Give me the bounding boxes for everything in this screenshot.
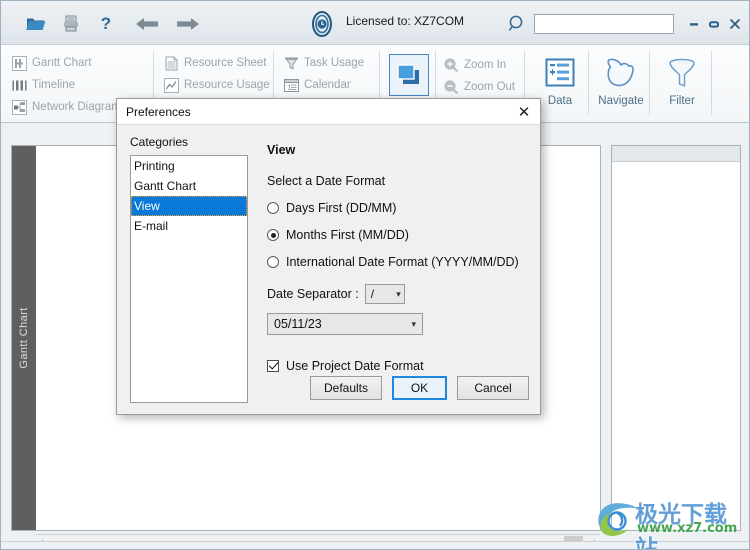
- navigate-button-label: Navigate: [598, 95, 644, 107]
- categories-label: Categories: [130, 135, 189, 149]
- side-panel: [611, 145, 741, 531]
- category-item-printing[interactable]: Printing: [131, 156, 247, 176]
- ribbon-divider: [711, 51, 712, 115]
- view-tab-label: Gantt Chart: [18, 307, 30, 369]
- search-icon[interactable]: [504, 12, 530, 36]
- defaults-button[interactable]: Defaults: [310, 376, 382, 400]
- ribbon-label: Gantt Chart: [32, 57, 92, 69]
- ribbon-item-task-usage[interactable]: Task Usage: [283, 55, 364, 71]
- ribbon-item-network-diagram[interactable]: Network Diagram: [11, 99, 121, 115]
- ribbon-label: Task Usage: [304, 57, 365, 69]
- categories-list[interactable]: Printing Gantt Chart View E-mail: [130, 155, 248, 403]
- radio-international-format-label: International Date Format (YYYY/MM/DD): [286, 255, 519, 269]
- search-input[interactable]: [534, 14, 674, 34]
- ribbon-divider: [649, 51, 650, 115]
- status-bar: [1, 541, 749, 549]
- category-item-email[interactable]: E-mail: [131, 216, 247, 236]
- ribbon-label: Timeline: [32, 79, 76, 91]
- svg-text:?: ?: [101, 14, 111, 33]
- data-button-label: Data: [547, 95, 573, 107]
- radio-international-format[interactable]: International Date Format (YYYY/MM/DD): [267, 255, 532, 269]
- dialog-title-bar: Preferences ✕: [117, 99, 540, 125]
- resource-usage-icon: [163, 77, 179, 93]
- navigate-hand-icon: [599, 53, 643, 93]
- ribbon-item-zoom-in[interactable]: Zoom In: [443, 57, 506, 73]
- resource-sheet-icon: [163, 55, 179, 71]
- ribbon-label: Resource Sheet: [184, 57, 267, 69]
- task-usage-icon: [283, 55, 299, 71]
- split-view-button[interactable]: [389, 54, 429, 96]
- use-project-date-format-checkbox[interactable]: Use Project Date Format: [267, 359, 532, 373]
- date-separator-value: /: [370, 287, 375, 301]
- section-subtitle: Select a Date Format: [267, 174, 386, 188]
- radio-months-first-label: Months First (MM/DD): [286, 228, 409, 242]
- preferences-dialog: Preferences ✕ Categories Printing Gantt …: [116, 98, 541, 415]
- ribbon-label: Zoom In: [464, 59, 507, 71]
- category-item-gantt-chart[interactable]: Gantt Chart: [131, 176, 247, 196]
- navigate-button[interactable]: Navigate: [590, 53, 652, 107]
- open-folder-icon[interactable]: [23, 12, 49, 36]
- gantt-chart-icon: [11, 55, 27, 71]
- title-bar: ? Licensed to: XZ7COM: [1, 1, 749, 45]
- ribbon-item-calendar[interactable]: 1 Calendar: [283, 77, 351, 93]
- chevron-down-icon: ▾: [411, 318, 416, 329]
- view-settings-pane: View Select a Date Format Days First (DD…: [267, 143, 532, 373]
- maximize-button[interactable]: [705, 15, 723, 33]
- close-button[interactable]: [726, 15, 744, 33]
- ok-button[interactable]: OK: [392, 376, 447, 400]
- ribbon-item-timeline[interactable]: Timeline: [11, 77, 75, 93]
- use-project-date-format-label: Use Project Date Format: [286, 359, 424, 373]
- date-format-preview-select[interactable]: 05/11/23 ▾: [267, 313, 423, 335]
- date-separator-row: Date Separator : / ▾: [267, 284, 532, 304]
- ribbon-label: Calendar: [304, 79, 351, 91]
- date-separator-select[interactable]: / ▾: [364, 284, 405, 304]
- ribbon-label: Network Diagram: [32, 101, 121, 113]
- ribbon-item-resource-sheet[interactable]: Resource Sheet: [163, 55, 266, 71]
- filter-button[interactable]: Filter: [651, 53, 713, 107]
- filter-funnel-icon: [660, 53, 704, 93]
- radio-days-first-label: Days First (DD/MM): [286, 201, 397, 215]
- date-format-preview-value: 05/11/23: [274, 317, 322, 331]
- view-tab-gantt-chart[interactable]: Gantt Chart: [12, 146, 36, 530]
- category-item-view[interactable]: View: [131, 196, 247, 216]
- dialog-close-icon[interactable]: ✕: [514, 102, 534, 122]
- section-title: View: [267, 143, 296, 157]
- filter-button-label: Filter: [669, 95, 695, 107]
- ribbon-item-resource-usage[interactable]: Resource Usage: [163, 77, 270, 93]
- radio-months-first-indicator[interactable]: [267, 229, 279, 241]
- radio-months-first[interactable]: Months First (MM/DD): [267, 228, 532, 242]
- svg-text:1: 1: [287, 84, 291, 91]
- ribbon-divider: [588, 51, 589, 115]
- timeline-icon: [11, 77, 27, 93]
- dialog-button-row: Defaults OK Cancel: [310, 376, 529, 400]
- ribbon-label: Resource Usage: [184, 79, 270, 91]
- zoom-in-icon: [443, 57, 459, 73]
- split-view-icon: [392, 58, 426, 92]
- radio-days-first-indicator[interactable]: [267, 202, 279, 214]
- ribbon-item-zoom-out[interactable]: Zoom Out: [443, 79, 515, 95]
- help-icon[interactable]: ?: [93, 12, 119, 36]
- forward-arrow-icon[interactable]: [175, 12, 201, 36]
- checkbox-indicator[interactable]: [267, 360, 279, 372]
- cancel-button[interactable]: Cancel: [457, 376, 529, 400]
- ribbon-item-gantt-chart[interactable]: Gantt Chart: [11, 55, 91, 71]
- date-separator-label: Date Separator :: [267, 287, 359, 301]
- app-logo-icon: [307, 9, 337, 39]
- calendar-icon: 1: [283, 77, 299, 93]
- back-arrow-icon[interactable]: [134, 12, 160, 36]
- application-window: ? Licensed to: XZ7COM Gantt Chart Timeli…: [0, 0, 750, 550]
- dialog-title: Preferences: [126, 105, 191, 119]
- radio-days-first[interactable]: Days First (DD/MM): [267, 201, 532, 215]
- zoom-out-icon: [443, 79, 459, 95]
- side-panel-header: [612, 146, 740, 162]
- print-icon[interactable]: [58, 12, 84, 36]
- radio-international-format-indicator[interactable]: [267, 256, 279, 268]
- minimize-button[interactable]: [685, 15, 703, 33]
- ribbon-label: Zoom Out: [464, 81, 516, 93]
- chevron-down-icon: ▾: [396, 288, 401, 299]
- data-icon: [538, 53, 582, 93]
- license-text: Licensed to: XZ7COM: [346, 14, 465, 28]
- network-diagram-icon: [11, 99, 27, 115]
